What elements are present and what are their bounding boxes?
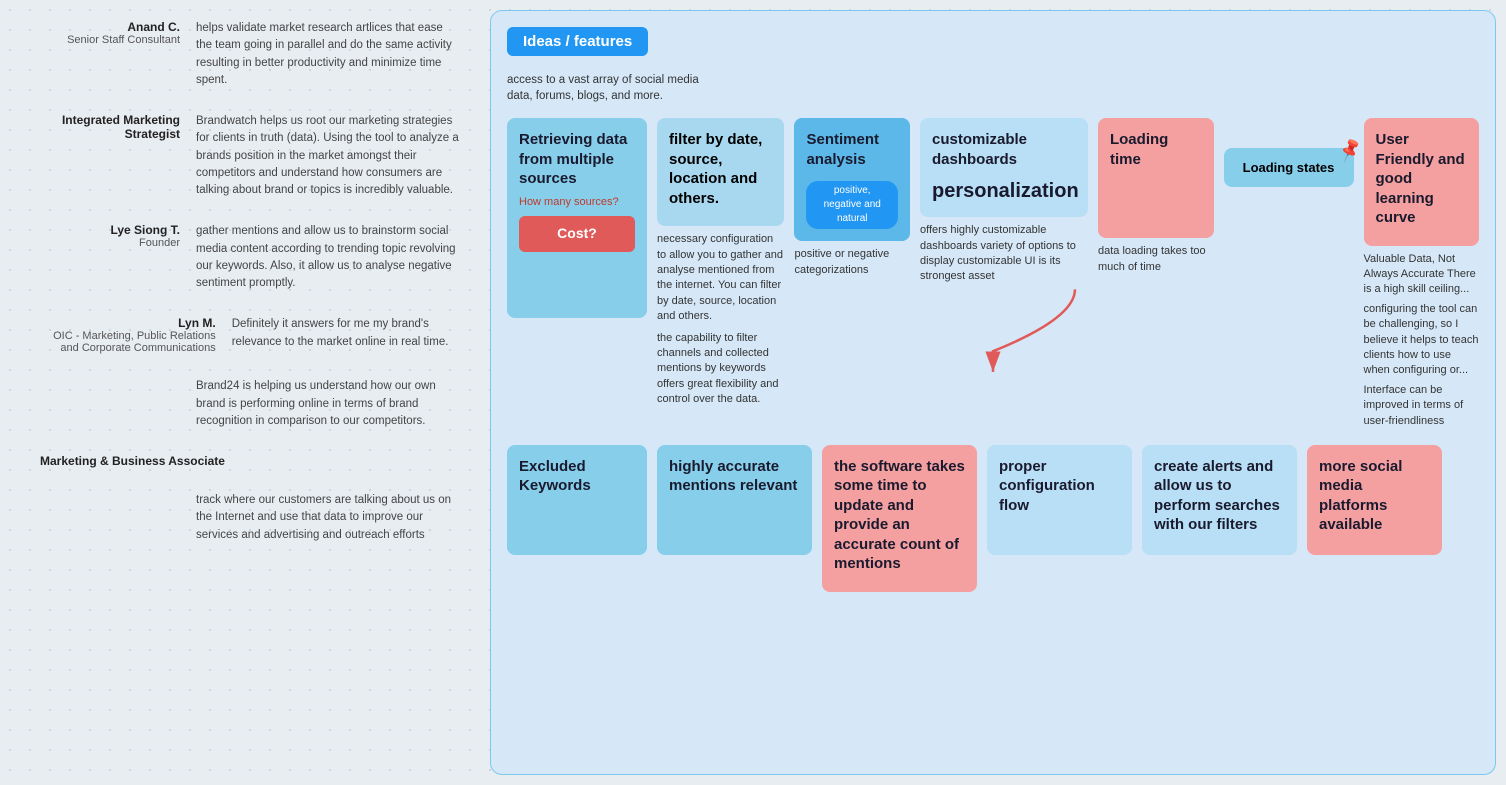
dashboards-title: customizable dashboards [932,130,1076,169]
sentiment-body: positive or negative categorizations [794,247,910,278]
card-excluded-keywords[interactable]: Excluded Keywords [507,445,647,555]
loading-time-title: Loading time [1110,130,1202,169]
more-social-media-title: more social media platforms available [1319,457,1430,535]
reviewer-info-4: Lyn M. OIC - Marketing, Public Relations… [40,316,216,354]
sentiment-col: Sentiment analysis positive, negative an… [794,118,910,278]
cost-label: Cost? [519,216,635,252]
canvas-title: Ideas / features [507,27,648,56]
retrieving-data-title: Retrieving data from multiple sources [519,130,635,189]
dashboards-col: customizable dashboards personalization … [920,118,1088,285]
personalization-text: personalization [932,177,1076,205]
filter-date-body: necessary configuration to allow you to … [657,232,784,407]
user-friendly-col: User Friendly and good learning curve Va… [1364,118,1480,429]
loading-time-body: data loading takes too much of time [1098,244,1214,275]
review-item-6: Marketing & Business Associate [40,454,460,468]
card-loading-time[interactable]: Loading time [1098,118,1214,238]
sentiment-badge: positive, negative and natural [806,181,898,229]
review-text-7: track where our customers are talking ab… [196,492,460,544]
highly-accurate-title: highly accurate mentions relevant [669,457,800,496]
user-friendly-body-line1: Valuable Data, Not Always Accurate There… [1364,252,1480,298]
card-retrieving-data[interactable]: Retrieving data from multiple sources Ho… [507,118,647,318]
card-user-friendly[interactable]: User Friendly and good learning curve [1364,118,1480,246]
card-software-takes-time[interactable]: the software takes some time to update a… [822,445,977,592]
reviewer-name-3: Lye Siong T. [40,223,180,237]
user-friendly-body: Valuable Data, Not Always Accurate There… [1364,252,1480,429]
review-item-5: Brand24 is helping us understand how our… [40,378,460,430]
reviewer-name-2: Integrated Marketing Strategist [40,113,180,141]
card-highly-accurate[interactable]: highly accurate mentions relevant [657,445,812,555]
reviewer-info-1: Anand C. Senior Staff Consultant [40,20,180,89]
reviewer-role-4: OIC - Marketing, Public Relations and Co… [40,330,216,354]
card-dashboards[interactable]: customizable dashboards personalization [920,118,1088,217]
cards-row-2: Excluded Keywords highly accurate mentio… [507,445,1479,592]
proper-configuration-title: proper configuration flow [999,457,1120,516]
create-alerts-title: create alerts and allow us to perform se… [1154,457,1285,535]
loading-states-area: 📌 Loading states [1224,118,1354,187]
dashboards-body: offers highly customizable dashboards va… [920,223,1088,285]
reviewer-info-2: Integrated Marketing Strategist [40,113,180,199]
user-friendly-body-line2: configuring the tool can be challenging,… [1364,302,1480,379]
canvas-intro-text: access to a vast array of social media d… [507,72,727,104]
review-text-1: helps validate market research artlices … [196,20,460,89]
review-item-1: Anand C. Senior Staff Consultant helps v… [40,20,460,89]
reviewer-role-1: Senior Staff Consultant [40,34,180,46]
card-create-alerts[interactable]: create alerts and allow us to perform se… [1142,445,1297,555]
software-takes-time-title: the software takes some time to update a… [834,457,965,574]
card-sentiment[interactable]: Sentiment analysis positive, negative an… [794,118,910,241]
sentiment-title: Sentiment analysis [806,130,898,169]
loading-states-label: Loading states [1236,160,1342,175]
filter-date-body-text1: necessary configuration to allow you to … [657,232,784,324]
reviewer-name-1: Anand C. [40,20,180,34]
review-item-2: Integrated Marketing Strategist Brandwat… [40,113,460,199]
main-canvas: Ideas / features access to a vast array … [490,10,1496,775]
card-proper-configuration[interactable]: proper configuration flow [987,445,1132,555]
review-text-2: Brandwatch helps us root our marketing s… [196,113,460,199]
excluded-keywords-title: Excluded Keywords [519,457,635,496]
card-more-social-media[interactable]: more social media platforms available [1307,445,1442,555]
filter-date-col: filter by date, source, location and oth… [657,118,784,407]
filter-date-title: filter by date, source, location and oth… [669,130,772,208]
card-loading-states[interactable]: 📌 Loading states [1224,148,1354,187]
loading-time-col: Loading time data loading takes too much… [1098,118,1214,275]
user-friendly-title: User Friendly and good learning curve [1376,130,1468,228]
review-item-3: Lye Siong T. Founder gather mentions and… [40,223,460,292]
reviewer-name-4: Lyn M. [40,316,216,330]
review-item-4: Lyn M. OIC - Marketing, Public Relations… [40,316,460,354]
canvas-title-bar: Ideas / features [507,27,1479,56]
reviewer-info-5 [40,378,180,430]
filter-date-body-text2: the capability to filter channels and co… [657,331,784,408]
reviewer-info-7 [40,492,180,544]
cards-row-1: Retrieving data from multiple sources Ho… [507,118,1479,429]
how-many-sources: How many sources? [519,195,635,210]
review-text-4: Definitely it answers for me my brand's … [232,316,460,354]
user-friendly-body-line3: Interface can be improved in terms of us… [1364,383,1480,429]
reviewer-role-3: Founder [40,237,180,249]
review-text-5: Brand24 is helping us understand how our… [196,378,460,430]
review-text-3: gather mentions and allow us to brainsto… [196,223,460,292]
card-filter-date[interactable]: filter by date, source, location and oth… [657,118,784,226]
review-item-7: track where our customers are talking ab… [40,492,460,544]
reviewer-info-3: Lye Siong T. Founder [40,223,180,292]
reviewer-name-6: Marketing & Business Associate [40,454,225,468]
reviewer-info-6: Marketing & Business Associate [40,454,225,468]
left-panel: Anand C. Senior Staff Consultant helps v… [0,0,480,785]
